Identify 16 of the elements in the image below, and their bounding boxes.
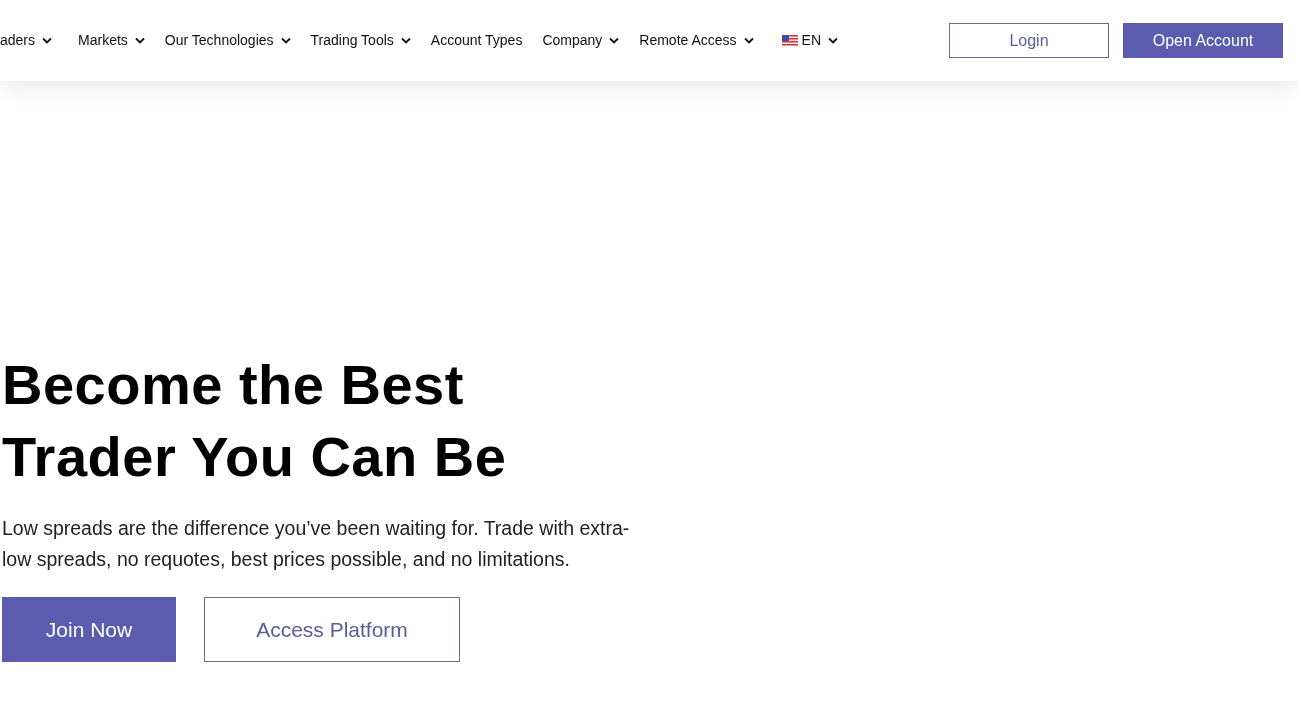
nav-link[interactable]: aders [0,30,53,51]
hero-description: Low spreads are the difference you’ve been waiting for. Trade with extra-low spreads, no requotes, best prices possible, and no limitations. [2,516,631,572]
header-button[interactable]: Open Account [1123,23,1283,58]
nav-link[interactable]: Markets [78,30,145,51]
language-selector[interactable]: EN [781,30,839,51]
cta-button[interactable]: Join Now [2,597,176,662]
nav-link[interactable]: Remote Access [639,30,754,51]
hero-title: Trader You Can Be [2,424,507,490]
nav-link[interactable]: Our Technologies [164,30,291,51]
nav-link[interactable]: Company [542,30,620,51]
header-button[interactable]: Login [949,23,1109,58]
cta-button[interactable]: Access Platform [204,597,460,662]
nav-link[interactable]: Trading Tools [310,30,411,51]
flag-icon [781,35,798,46]
nav-link[interactable]: Account Types [430,30,523,51]
hero-title: Become the Best [2,352,464,418]
